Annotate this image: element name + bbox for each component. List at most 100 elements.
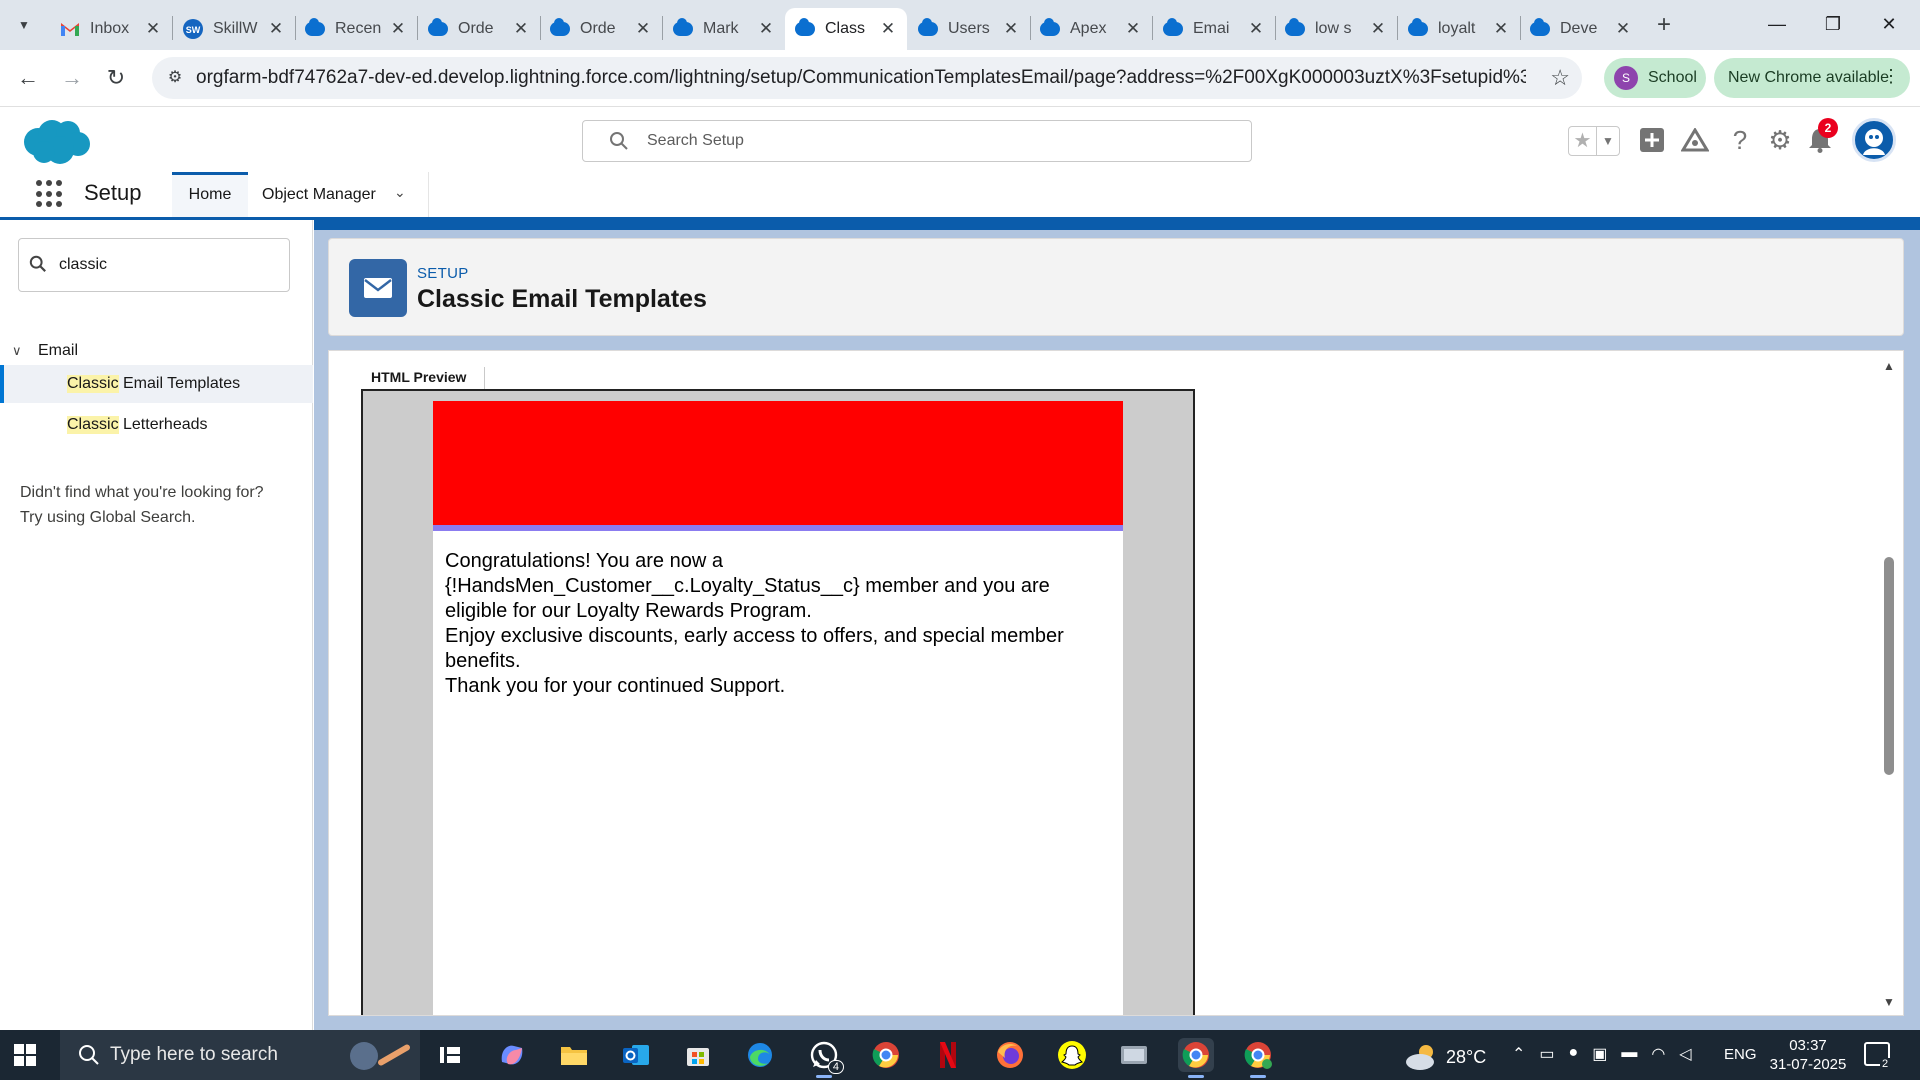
language-indicator[interactable]: ENG [1724, 1046, 1757, 1063]
notification-center-count: 2 [1880, 1058, 1891, 1070]
snapchat-icon[interactable] [1054, 1038, 1090, 1072]
trailhead-icon[interactable] [1679, 124, 1711, 156]
chrome-profile-icon[interactable] [868, 1038, 904, 1072]
chrome-icon[interactable] [1178, 1038, 1214, 1078]
search-setup-input[interactable] [647, 121, 1237, 161]
weather-widget[interactable]: 28°C [1404, 1042, 1486, 1072]
forward-button[interactable]: → [56, 62, 88, 94]
back-button[interactable]: ← [12, 62, 44, 94]
app-launcher-icon[interactable] [36, 180, 64, 208]
reload-button[interactable]: ↻ [100, 62, 132, 94]
wifi-icon[interactable]: ◠ [1651, 1044, 1665, 1064]
close-tab-icon[interactable]: ✕ [1492, 19, 1510, 39]
close-tab-icon[interactable]: ✕ [634, 19, 652, 39]
tree-section-email[interactable]: ∨ Email [0, 336, 313, 366]
letterhead-header-band [433, 401, 1123, 525]
html-preview-tab[interactable]: HTML Preview [361, 367, 485, 389]
close-tab-icon[interactable]: ✕ [512, 19, 530, 39]
show-hidden-icons-icon[interactable]: ⌃ [1512, 1044, 1525, 1064]
browser-tab[interactable]: Deve ✕ [1520, 8, 1642, 50]
salesforce-cloud-icon [795, 18, 815, 39]
close-tab-icon[interactable]: ✕ [1247, 19, 1265, 39]
browser-tab[interactable]: Emai ✕ [1153, 8, 1275, 50]
salesforce-logo[interactable] [20, 116, 92, 166]
file-explorer-icon[interactable] [556, 1038, 592, 1072]
close-tab-icon[interactable]: ✕ [1124, 19, 1142, 39]
media-icon[interactable] [1116, 1038, 1152, 1072]
task-view-icon[interactable] [432, 1038, 468, 1072]
microphone-icon[interactable]: ● [1569, 1044, 1579, 1064]
vertical-scrollbar[interactable]: ▲ ▼ [1883, 359, 1895, 1009]
close-tab-icon[interactable]: ✕ [267, 19, 285, 39]
scroll-up-arrow-icon[interactable]: ▲ [1883, 359, 1895, 373]
close-tab-icon[interactable]: ✕ [1002, 19, 1020, 39]
browser-tab-title: Deve [1560, 20, 1598, 37]
global-actions-icon[interactable] [1636, 124, 1668, 156]
browser-tab[interactable]: low s ✕ [1275, 8, 1397, 50]
copilot-icon[interactable] [494, 1038, 530, 1072]
system-tray: ⌃ ▭ ● ▣ ▬ ◠ ◁ [1512, 1044, 1692, 1064]
help-icon[interactable]: ? [1724, 124, 1756, 156]
close-tab-icon[interactable]: ✕ [144, 19, 162, 39]
favorites-dropdown-icon[interactable]: ▼ [1597, 127, 1619, 155]
favorites-star-icon[interactable]: ★ [1569, 127, 1597, 155]
salesforce-cloud-icon [428, 18, 448, 39]
global-search[interactable] [582, 120, 1252, 162]
setup-gear-icon[interactable]: ⚙ [1764, 124, 1796, 156]
url-text[interactable]: orgfarm-bdf74762a7-dev-ed.develop.lightn… [196, 67, 1526, 89]
tab-search-chevron-icon[interactable]: ▼ [10, 12, 38, 38]
chevron-down-icon[interactable]: ∨ [12, 343, 28, 359]
new-tab-button[interactable]: + [1650, 12, 1678, 40]
close-tab-icon[interactable]: ✕ [1614, 19, 1632, 39]
battery-icon[interactable]: ▬ [1621, 1044, 1637, 1064]
close-tab-icon[interactable]: ✕ [389, 19, 407, 39]
restore-button[interactable]: ❐ [1810, 8, 1856, 40]
microsoft-store-icon[interactable] [680, 1038, 716, 1072]
address-bar[interactable]: ⚙ orgfarm-bdf74762a7-dev-ed.develop.ligh… [152, 57, 1582, 99]
meet-now-icon[interactable]: ▭ [1539, 1044, 1554, 1064]
user-avatar[interactable] [1852, 118, 1896, 162]
scroll-down-arrow-icon[interactable]: ▼ [1883, 995, 1895, 1009]
close-tab-icon[interactable]: ✕ [1369, 19, 1387, 39]
browser-tab[interactable]: loyalt ✕ [1398, 8, 1520, 50]
firefox-icon[interactable] [992, 1038, 1028, 1072]
clock[interactable]: 03:37 31-07-2025 [1768, 1036, 1848, 1074]
scrollbar-thumb[interactable] [1884, 557, 1894, 775]
quick-find[interactable] [18, 238, 290, 292]
site-info-icon[interactable]: ⚙ [164, 67, 186, 89]
favorites-group[interactable]: ★ ▼ [1568, 126, 1620, 156]
tab-home[interactable]: Home [172, 172, 248, 217]
display-icon[interactable]: ▣ [1592, 1044, 1607, 1064]
chevron-down-icon[interactable]: ⌄ [394, 184, 406, 201]
profile-button[interactable]: S School [1604, 58, 1706, 98]
browser-tab[interactable]: Apex ✕ [1030, 8, 1152, 50]
tab-object-manager[interactable]: Object Manager [262, 172, 376, 217]
salesforce-cloud-icon [673, 18, 693, 39]
browser-tab[interactable]: Users ✕ [908, 8, 1030, 50]
browser-tab[interactable]: Mark ✕ [663, 8, 785, 50]
browser-tab[interactable]: Recen ✕ [295, 8, 417, 50]
tree-item-classic-letterheads[interactable]: Classic Letterheads [0, 406, 313, 444]
minimize-button[interactable]: — [1754, 8, 1800, 40]
outlook-icon[interactable] [618, 1038, 654, 1072]
close-window-button[interactable]: ✕ [1866, 8, 1912, 40]
tree-item-classic-email-templates[interactable]: Classic Email Templates [0, 365, 313, 403]
close-tab-icon[interactable]: ✕ [879, 19, 897, 39]
browser-tab[interactable]: Orde ✕ [540, 8, 662, 50]
browser-tab[interactable]: SW SkillW ✕ [173, 8, 295, 50]
whatsapp-icon[interactable]: 4 [806, 1038, 844, 1078]
netflix-icon[interactable] [930, 1038, 966, 1072]
edge-icon[interactable] [742, 1038, 778, 1072]
windows-start-icon[interactable] [14, 1044, 36, 1066]
quick-find-input[interactable] [59, 239, 279, 291]
taskbar-search[interactable]: Type here to search [60, 1030, 420, 1080]
browser-tab[interactable]: Inbox ✕ [50, 8, 172, 50]
close-tab-icon[interactable]: ✕ [757, 19, 775, 39]
chrome-alt-icon[interactable] [1240, 1038, 1276, 1078]
browser-tab[interactable]: Orde ✕ [418, 8, 540, 50]
bookmark-star-icon[interactable]: ☆ [1550, 65, 1570, 91]
volume-icon[interactable]: ◁ [1679, 1044, 1691, 1064]
more-options-icon[interactable]: ⋮ [1882, 66, 1900, 87]
chrome-update-button[interactable]: New Chrome available ⋮ [1714, 58, 1910, 98]
browser-tab[interactable]: Class ✕ [785, 8, 907, 50]
